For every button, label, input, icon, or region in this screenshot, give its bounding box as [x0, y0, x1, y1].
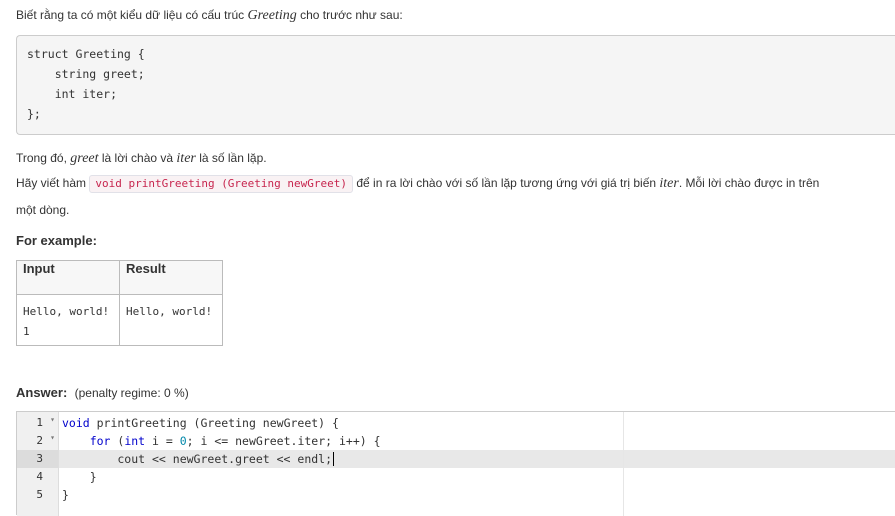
- var-greet: greet: [70, 151, 99, 166]
- cell-input: Hello, world! 1: [16, 294, 120, 346]
- fold-arrow-icon[interactable]: ▾: [50, 415, 55, 424]
- text-cursor: [333, 452, 335, 466]
- column-header-input: Input: [16, 260, 120, 295]
- code-line: }: [62, 470, 97, 484]
- struct-name: Greeting: [247, 8, 297, 23]
- line-number: 1 ▾: [36, 415, 55, 429]
- answer-code-editor[interactable]: 1 ▾ 2 ▾ 3 4 5 void printGreeting (Greeting…: [16, 411, 895, 516]
- line-number-active: 3: [17, 450, 58, 468]
- print-margin: [623, 412, 624, 516]
- penalty-regime: (penalty regime: 0 %): [74, 386, 189, 400]
- example-heading: For example:: [16, 233, 97, 248]
- code-line: for (int i = 0; i <= newGreet.iter; i++)…: [62, 434, 381, 448]
- line-number: 5: [36, 488, 43, 501]
- editor-gutter: 1 ▾ 2 ▾ 3 4 5: [17, 412, 59, 516]
- description-2: Hãy viết hàm void printGreeting (Greetin…: [16, 175, 820, 193]
- cell-result: Hello, world!: [119, 294, 223, 346]
- column-header-result: Result: [119, 260, 223, 295]
- code-line: };: [27, 107, 41, 121]
- code-line: struct Greeting {: [27, 47, 145, 61]
- description-2-continued: một dòng.: [16, 203, 70, 217]
- intro-text: Biết rằng ta có một kiểu dữ liệu có cấu …: [16, 8, 403, 23]
- code-line: void printGreeting (Greeting newGreet) {: [62, 416, 339, 430]
- fold-arrow-icon[interactable]: ▾: [50, 433, 55, 442]
- line-number: 4: [36, 470, 43, 483]
- function-signature: void printGreeting (Greeting newGreet): [89, 175, 354, 193]
- answer-label: Answer: (penalty regime: 0 %): [16, 385, 189, 400]
- struct-code-block: struct Greeting { string greet; int iter…: [16, 35, 895, 135]
- table-row: Hello, world! 1 Hello, world!: [16, 294, 223, 346]
- code-line: string greet;: [27, 67, 145, 81]
- table-header-row: Input Result: [16, 260, 223, 295]
- var-iter: iter: [176, 151, 196, 166]
- example-table: Input Result Hello, world! 1 Hello, worl…: [16, 260, 223, 346]
- code-line: cout << newGreet.greet << endl;: [62, 452, 335, 466]
- description-1: Trong đó, greet là lời chào và iter là s…: [16, 151, 267, 166]
- code-line: }: [62, 488, 69, 502]
- code-line: int iter;: [27, 87, 118, 101]
- line-number: 2 ▾: [36, 433, 55, 447]
- var-iter: iter: [659, 176, 679, 191]
